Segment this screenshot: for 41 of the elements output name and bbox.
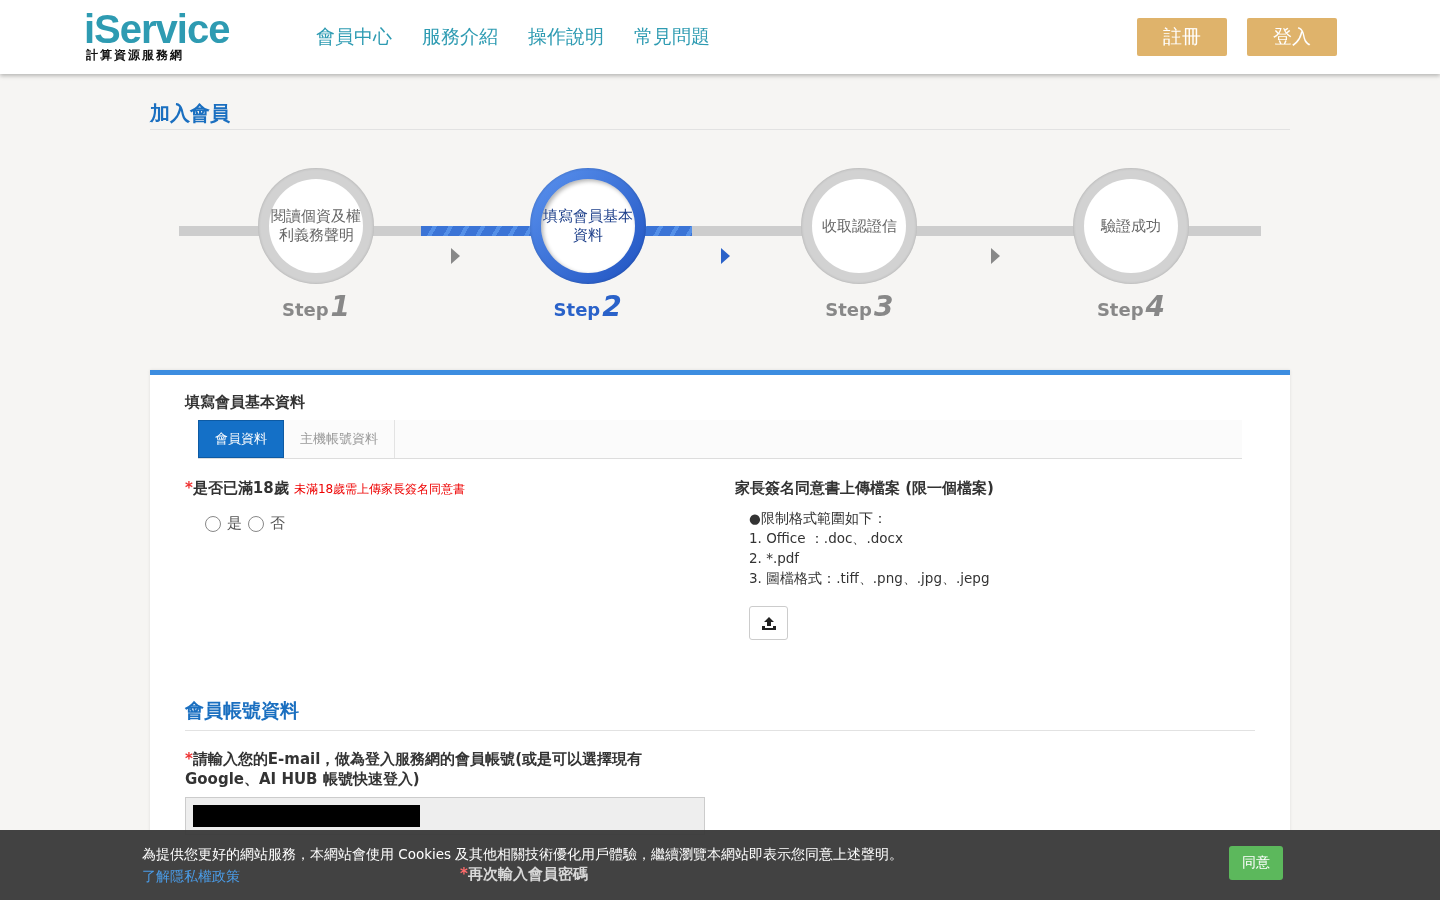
section-title: 會員帳號資料 <box>185 698 1255 731</box>
tab[interactable]: 主機帳號資料 <box>284 420 395 458</box>
page-title: 加入會員 <box>150 74 1290 130</box>
nav-link[interactable]: 操作說明 <box>528 18 604 56</box>
nav-link[interactable]: 服務介紹 <box>422 18 498 56</box>
step-number: Step4 <box>1096 290 1166 323</box>
arrow-icon <box>451 248 460 264</box>
radio-label: 否 <box>270 514 285 533</box>
format-rule: 2. *.pdf <box>749 549 801 568</box>
upload-button[interactable] <box>749 606 788 640</box>
format-rule: 3. 圖檔格式：.tiff、.png、.jpg、.jepg <box>749 569 991 588</box>
logo-subtitle: 計算資源服務網 <box>85 46 185 64</box>
privacy-link[interactable]: 了解隱私權政策 <box>142 868 240 886</box>
question-label: *是否已滿18歲 未滿18歲需上傳家長簽名同意書 <box>185 479 467 498</box>
radio-button[interactable] <box>205 515 221 532</box>
step-label: 填寫會員基本資料 <box>540 179 635 273</box>
confirm-password-label: *再次輸入會員密碼 <box>460 865 588 884</box>
format-rule: 1. Office ：.doc、.docx <box>749 529 904 548</box>
cookie-message: 為提供您更好的網站服務，本網站會使用 Cookies 及其他相關技術優化用戶體驗，繼續瀏覽本網站即表示您同意上述聲明。 <box>142 846 904 864</box>
arrow-icon <box>991 248 1000 264</box>
nav-link[interactable]: 常見問題 <box>634 18 710 56</box>
step-label: 收取認證信 <box>812 179 907 273</box>
header-button[interactable]: 註冊 <box>1137 18 1227 56</box>
step-number: Step2 <box>553 290 622 323</box>
tab[interactable]: 會員資料 <box>198 420 284 458</box>
agree-button[interactable]: 同意 <box>1229 846 1283 880</box>
form-title: 填寫會員基本資料 <box>185 393 306 412</box>
upload-icon <box>761 616 776 630</box>
radio-button[interactable] <box>248 515 264 532</box>
email-label: *請輸入您的E-mail，做為登入服務網的會員帳號(或是可以選擇現有Google、AI HUB 帳號快速登入) <box>185 749 644 789</box>
upload-title: 家長簽名同意書上傳檔案 (限一個檔案) <box>735 479 995 498</box>
step-number: Step3 <box>825 290 894 323</box>
step-label: 驗證成功 <box>1083 179 1178 273</box>
radio-label: 是 <box>227 514 242 533</box>
arrow-icon <box>721 248 730 264</box>
nav-link[interactable]: 會員中心 <box>316 18 392 56</box>
header-button[interactable]: 登入 <box>1247 18 1337 56</box>
logo[interactable]: iService <box>84 10 246 47</box>
format-rule: ●限制格式範圍如下： <box>749 509 888 528</box>
step-label: 閱讀個資及權利義務聲明 <box>269 179 363 273</box>
step-number: Step1 <box>281 290 351 323</box>
